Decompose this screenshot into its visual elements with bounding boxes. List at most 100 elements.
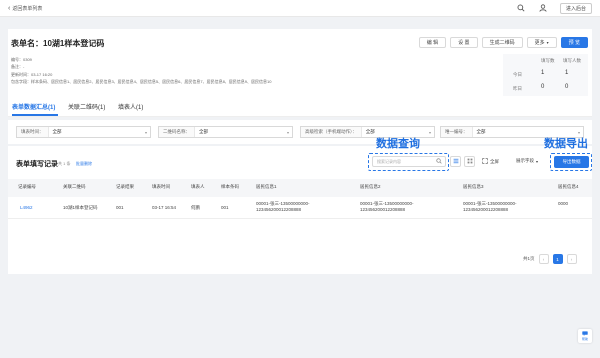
stats-header-people: 填写人数 — [563, 58, 581, 63]
chevron-down-icon: ▾ — [144, 129, 147, 135]
form-remark: 备注：- — [11, 64, 25, 70]
tab-linked-qr[interactable]: 关联二维码(1) — [68, 102, 105, 111]
col-header: 样本条码 — [221, 184, 239, 189]
pager-total: 共1页 — [523, 256, 535, 261]
stats-yesterday-people: 0 — [565, 84, 569, 90]
pagination: 共1页 ‹ 1 › — [523, 254, 577, 264]
col-header: 居民信息2 — [360, 184, 381, 189]
back-to-list-link[interactable]: ‹ 返回表单列表 — [8, 5, 42, 12]
col-header: 居民信息1 — [256, 184, 277, 189]
form-title: 表单名：10湖1样本登记码 — [11, 39, 105, 48]
fullscreen-label: 全屏 — [490, 158, 499, 164]
chevron-down-icon: ▾ — [577, 129, 580, 135]
form-fields: 包含字段：样本条码、居民信息1、居民信息2、居民信息3、居民信息4、居民信息5、… — [11, 78, 272, 84]
batch-delete-button[interactable]: 批量删除 — [76, 161, 92, 167]
cell-line: 123456200012208888 — [360, 207, 406, 212]
col-header: 关联二维码 — [63, 184, 86, 189]
more-label: 更多 — [534, 40, 545, 46]
enter-admin-button[interactable]: 进入后台 — [559, 2, 592, 14]
col-header: 填表时间 — [152, 184, 170, 189]
cell-info2: 00001-张三-13500000000- 123456200012208888 — [360, 201, 414, 213]
filter-value: 全部 — [52, 129, 62, 134]
show-fields-label: 展示字段 — [516, 158, 534, 163]
col-header: 居民信息3 — [463, 184, 484, 189]
tab-data-summary[interactable]: 表单数据汇总(1) — [12, 102, 55, 111]
cell-line: 123456200012208888 — [256, 207, 302, 212]
cell-filler: 何鹏 — [191, 205, 200, 210]
stats-label-yesterday: 昨日 — [513, 86, 522, 91]
export-callout-box — [550, 153, 592, 171]
chevron-left-icon: ‹ — [542, 256, 545, 262]
list-icon — [453, 158, 459, 166]
help-floating-button[interactable]: 帮助 — [578, 329, 592, 343]
show-fields-dropdown[interactable]: 展示字段 ▾ — [516, 158, 538, 164]
tabs: 表单数据汇总(1) 关联二维码(1) 填表人(1) — [8, 98, 592, 117]
col-header: 居民信息4 — [558, 184, 579, 189]
records-title: 表单填写记录 — [16, 161, 58, 168]
chevron-down-icon: ▾ — [546, 40, 549, 45]
prev-page-button[interactable]: ‹ — [538, 254, 549, 264]
form-meta: 编号：0309 备注：- 更新时间：03-17 16:20 包含字段：样本条码、… — [11, 56, 271, 85]
form-actions: 编 辑 设 置 生成二维码 更多 ▾ 预 览 — [418, 37, 588, 48]
tab-fillers[interactable]: 填表人(1) — [118, 102, 143, 111]
stats-label-today: 今日 — [513, 72, 522, 77]
col-header: 填表人 — [191, 184, 205, 189]
preview-button[interactable]: 预 览 — [560, 37, 588, 48]
chevron-down-icon: ▾ — [536, 158, 539, 164]
generate-qr-button[interactable]: 生成二维码 — [481, 37, 523, 48]
col-header: 记录结果 — [116, 184, 134, 189]
records-count: 共 1 条 — [58, 161, 71, 166]
next-page-button[interactable]: › — [566, 254, 577, 264]
chevron-left-icon: ‹ — [8, 4, 11, 12]
list-view-button[interactable] — [450, 156, 461, 167]
edit-button[interactable]: 编 辑 — [418, 37, 447, 48]
cell-time: 03-17 16:54 — [152, 205, 177, 210]
stats-header-filled: 填写数 — [541, 58, 555, 63]
more-dropdown[interactable]: 更多 ▾ — [526, 37, 557, 48]
user-icon[interactable] — [538, 3, 548, 13]
cell-qr: 10湖1样本登记码 — [63, 205, 98, 210]
help-label: 帮助 — [581, 337, 588, 341]
cell-sample: 001 — [221, 205, 229, 210]
stats-panel: 填写数 填写人数 今日 1 1 昨日 0 0 — [503, 54, 588, 96]
col-header: 记录编号 — [18, 184, 36, 189]
filter-label: 填表时间： — [17, 127, 49, 137]
grid-view-button[interactable] — [464, 156, 475, 167]
form-updated: 更新时间：03-17 16:20 — [11, 71, 53, 77]
form-number: 编号：0309 — [11, 57, 32, 62]
chevron-down-icon: ▾ — [286, 129, 289, 135]
filter-qr-name[interactable]: 二维码名称： 全部 ▾ — [158, 126, 293, 138]
filter-value: 全部 — [199, 129, 208, 134]
active-tab-indicator — [12, 114, 58, 116]
settings-button[interactable]: 设 置 — [450, 37, 478, 48]
cell-info1: 00001-张三-13500000000- 123456200012208888 — [256, 201, 310, 213]
fullscreen-button[interactable]: 全屏 — [482, 158, 499, 165]
search-icon[interactable] — [516, 3, 526, 13]
filter-label: 唯一编号： — [441, 127, 473, 137]
grid-icon — [467, 158, 473, 166]
form-info-card: 表单名：10湖1样本登记码 编 辑 设 置 生成二维码 更多 ▾ 预 览 编号：0… — [8, 29, 592, 98]
stats-today-filled: 1 — [541, 70, 545, 76]
filter-label: 高级检索（手机端动作）： — [301, 127, 362, 137]
cell-info3: 00001-张三-13500000000- 123456200012208888 — [463, 201, 517, 213]
chevron-right-icon: › — [570, 256, 573, 262]
stats-yesterday-filled: 0 — [541, 84, 545, 90]
search-callout-label: 数据查询 — [376, 138, 420, 150]
cell-info4: 0000 — [558, 201, 569, 206]
table-header: 记录编号 关联二维码 记录结果 填表时间 填表人 样本条码 居民信息1 居民信息… — [8, 179, 592, 197]
filter-fill-time[interactable]: 填表时间： 全部 ▾ — [16, 126, 151, 138]
fullscreen-icon — [482, 158, 488, 165]
chevron-down-icon: ▾ — [428, 129, 431, 135]
page-number[interactable]: 1 — [552, 254, 563, 264]
record-id-link[interactable]: L4962 — [20, 205, 33, 210]
back-label: 返回表单列表 — [12, 5, 43, 12]
cell-result: 001 — [116, 205, 124, 210]
table-row: L4962 10湖1样本登记码 001 03-17 16:54 何鹏 001 0… — [8, 197, 592, 219]
stats-today-people: 1 — [565, 70, 569, 76]
top-bar: ‹ 返回表单列表 进入后台 — [0, 0, 600, 17]
filter-label: 二维码名称： — [159, 127, 195, 137]
cell-line: 123456200012208888 — [463, 207, 509, 212]
records-panel: 表单填写记录 共 1 条 批量删除 搜索记录内容 全屏 展示字段 ▾ 导出数据 … — [8, 138, 592, 274]
filter-bar: 填表时间： 全部 ▾ 二维码名称： 全部 ▾ 高级检索（手机端动作）： 全部 ▾… — [8, 120, 592, 144]
search-callout-box — [368, 153, 449, 171]
